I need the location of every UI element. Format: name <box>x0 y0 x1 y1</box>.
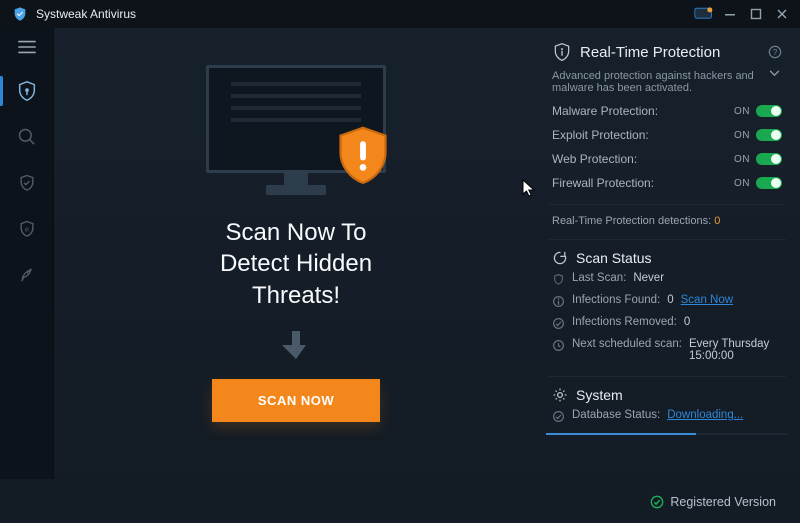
toggle-exploit[interactable]: ON <box>734 129 782 141</box>
sidebar-item-quarantine[interactable]: e <box>0 206 53 252</box>
rtp-label: Firewall Protection: <box>552 176 654 190</box>
toggle-web[interactable]: ON <box>734 153 782 165</box>
rtp-toggle-list: Malware Protection: ON Exploit Protectio… <box>552 104 782 190</box>
center-pane: Scan Now To Detect Hidden Threats! SCAN … <box>54 28 538 479</box>
close-button[interactable] <box>772 4 792 24</box>
sidebar-item-scan[interactable] <box>0 114 53 160</box>
infections-removed-row: Infections Removed: 0 <box>552 316 782 330</box>
titlebar: Systweak Antivirus <box>0 0 800 28</box>
help-icon[interactable]: ? <box>768 45 782 59</box>
rtp-row-malware: Malware Protection: ON <box>552 104 782 118</box>
rtp-label: Exploit Protection: <box>552 128 649 142</box>
shield-info-icon <box>552 42 572 62</box>
brand: Systweak Antivirus <box>12 6 136 22</box>
rtp-row-firewall: Firewall Protection: ON <box>552 176 782 190</box>
scan-status-heading: Scan Status <box>552 250 782 266</box>
registered-version-label: Registered Version <box>670 495 776 509</box>
download-progress-bar <box>546 433 788 435</box>
scan-now-button[interactable]: SCAN NOW <box>212 379 380 422</box>
last-scan-row: Last Scan: Never <box>552 272 782 286</box>
toggle-firewall[interactable]: ON <box>734 177 782 189</box>
minimize-button[interactable] <box>720 4 740 24</box>
right-panel: Real-Time Protection ? Advanced protecti… <box>538 28 800 479</box>
sidebar-item-home[interactable] <box>0 68 53 114</box>
headline-text: Scan Now To Detect Hidden Threats! <box>220 217 372 311</box>
rtp-label: Malware Protection: <box>552 104 658 118</box>
check-circle-icon <box>552 410 565 423</box>
system-heading: System <box>552 387 782 403</box>
svg-text:e: e <box>24 225 28 234</box>
notification-tray-icon[interactable] <box>694 7 714 21</box>
menu-toggle-button[interactable] <box>0 32 53 62</box>
sidebar: e <box>0 28 54 479</box>
rtp-title-text: Real-Time Protection <box>580 44 720 61</box>
gear-icon <box>552 387 568 403</box>
shield-alert-icon <box>336 125 390 189</box>
rtp-heading: Real-Time Protection ? <box>552 42 782 62</box>
mouse-cursor-icon <box>522 179 536 197</box>
monitor-illustration <box>206 65 386 195</box>
app-title: Systweak Antivirus <box>36 7 136 21</box>
maximize-button[interactable] <box>746 4 766 24</box>
svg-text:?: ? <box>773 48 778 57</box>
rtp-label: Web Protection: <box>552 152 637 166</box>
next-scan-row: Next scheduled scan: Every Thursday 15:0… <box>552 338 782 362</box>
sidebar-item-protection[interactable] <box>0 160 53 206</box>
chevron-down-icon[interactable] <box>769 70 780 77</box>
detections-count: 0 <box>714 215 720 227</box>
footer: Registered Version <box>54 479 800 523</box>
rtp-row-exploit: Exploit Protection: ON <box>552 128 782 142</box>
refresh-icon <box>552 250 568 266</box>
database-status-row: Database Status: Downloading... <box>552 409 782 423</box>
database-status-value[interactable]: Downloading... <box>667 409 743 421</box>
rtp-message: Advanced protection against hackers and … <box>552 70 761 94</box>
sidebar-item-tools[interactable] <box>0 252 53 298</box>
arrow-down-icon <box>282 329 310 361</box>
rtp-row-web: Web Protection: ON <box>552 152 782 166</box>
shield-small-icon <box>552 273 565 286</box>
rtp-detections: Real-Time Protection detections: 0 <box>552 215 782 227</box>
check-icon <box>650 495 664 509</box>
toggle-malware[interactable]: ON <box>734 105 782 117</box>
infections-found-row: Infections Found: 0 Scan Now <box>552 294 782 308</box>
app-logo-icon <box>12 6 28 22</box>
scan-now-link[interactable]: Scan Now <box>681 294 733 306</box>
clock-icon <box>552 339 565 352</box>
info-circle-icon <box>552 295 565 308</box>
check-circle-icon <box>552 317 565 330</box>
